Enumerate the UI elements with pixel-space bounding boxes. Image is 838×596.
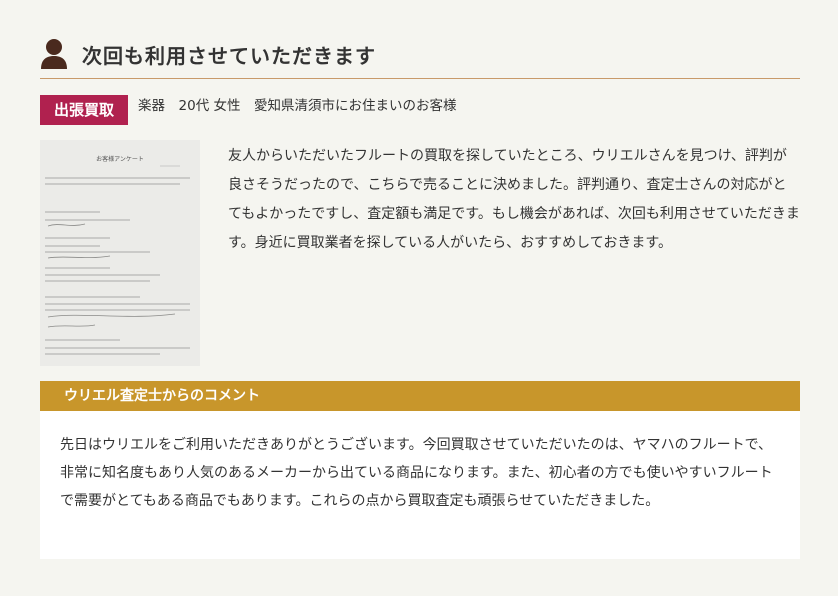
survey-heading: お客様アンケート	[96, 155, 144, 163]
page-header: 次回も利用させていただきます	[40, 30, 800, 78]
survey-sheet-image: お客様アンケート	[40, 140, 200, 366]
service-badge: 出張買取	[40, 95, 129, 125]
comment-header: ウリエル査定士からのコメント	[40, 381, 800, 411]
header-divider	[40, 78, 800, 79]
customer-info: 楽器 20代 女性 愛知県清須市にお住まいのお客様	[138, 98, 457, 114]
survey-photo: お客様アンケート	[40, 140, 200, 366]
comment-box: 先日はウリエルをご利用いただきありがとうございます。今回買取させていただいたのは…	[40, 411, 800, 559]
comment-text: 先日はウリエルをご利用いただきありがとうございます。今回買取させていただいたのは…	[60, 437, 773, 509]
page-title: 次回も利用させていただきます	[82, 43, 376, 68]
review-text: 友人からいただいたフルートの買取を探していたところ、ウリエルさんを見つけ、評判が…	[228, 148, 800, 251]
user-icon	[41, 39, 67, 69]
review-meta: 出張買取 楽器 20代 女性 愛知県清須市にお住まいのお客様	[40, 95, 457, 125]
comment-title: ウリエル査定士からのコメント	[64, 388, 260, 404]
